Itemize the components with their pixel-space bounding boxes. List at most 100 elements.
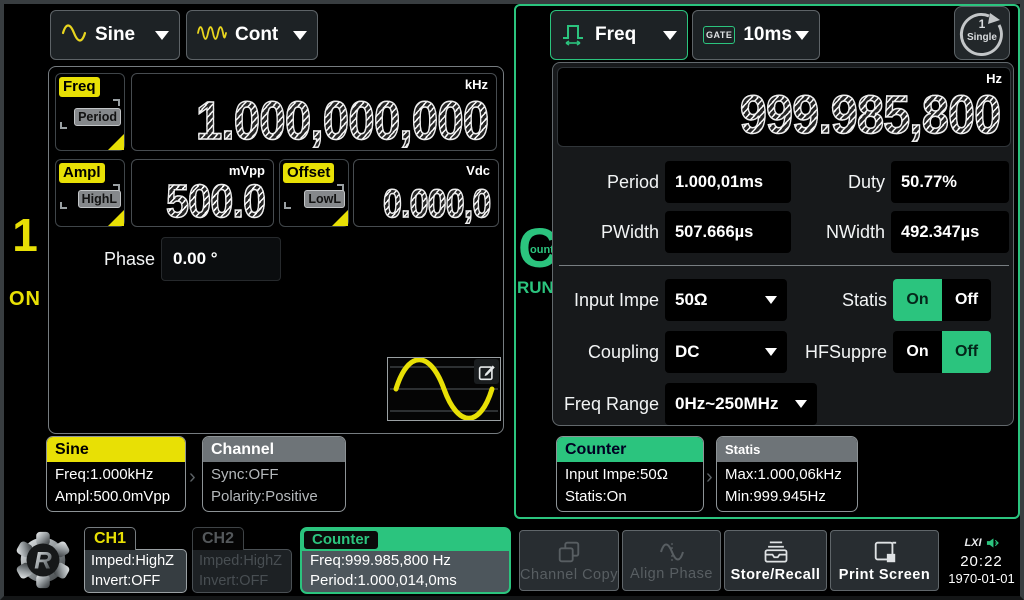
ch2-imped: Imped:HighZ <box>199 551 285 571</box>
freq-param-button[interactable]: Freq Period <box>55 73 125 151</box>
statis-info-card[interactable]: Statis Max:1.000,06kHz Min:999.945Hz <box>716 436 858 512</box>
counter-main-value: 999.985,800 <box>740 88 1000 142</box>
statis-card-title: Statis <box>717 437 857 462</box>
offset-param-button[interactable]: Offset LowL <box>279 159 349 227</box>
counter-bottom-period: Period:1.000,014,0ms <box>310 571 501 591</box>
counter-bottom-card[interactable]: Counter Freq:999.985,800 Hz Period:1.000… <box>300 527 511 594</box>
coupling-value: DC <box>675 342 700 362</box>
ampl-param-button[interactable]: Ampl HighL <box>55 159 125 227</box>
counter-bottom-tab: Counter <box>303 530 379 550</box>
ch1-bottom-card[interactable]: CH1 Imped:HighZ Invert:OFF <box>84 527 187 593</box>
offset-value-display[interactable]: Vdc 0.000,0 <box>353 159 499 227</box>
continuous-wave-icon <box>197 23 227 48</box>
waveform-preview[interactable] <box>387 357 501 421</box>
gate-badge: GATE <box>703 26 735 44</box>
freq-value: 1.000,000,000 <box>196 94 488 148</box>
home-logo-button[interactable]: R <box>12 527 74 593</box>
counter-bottom-freq: Freq:999.985,800 Hz <box>310 551 501 571</box>
offset-unit: Vdc <box>466 163 490 178</box>
counter-mode-label: Freq <box>595 24 663 46</box>
counter-measure-panel: Hz 999.985,800 Period 1.000,01ms Duty 50… <box>552 62 1014 426</box>
channel-copy-label: Channel Copy <box>520 567 618 583</box>
touch-corner-icon <box>332 210 348 226</box>
chevron-right-icon: › <box>189 466 196 489</box>
print-screen-label: Print Screen <box>839 567 930 583</box>
sound-icon <box>986 537 999 549</box>
ch1-invert: Invert:OFF <box>91 571 180 591</box>
edit-waveform-button[interactable] <box>474 359 499 384</box>
phase-label: Phase <box>59 237 155 281</box>
hfsuppre-on-button[interactable]: On <box>893 331 942 373</box>
archive-store-icon <box>762 539 790 565</box>
offset-value: 0.000,0 <box>383 184 490 224</box>
counter-card-statis: Statis:On <box>565 486 695 508</box>
freq-range-dropdown[interactable]: 0Hz~250MHz <box>665 383 817 425</box>
copy-icon <box>556 539 582 565</box>
gate-time-label: 10ms <box>743 24 795 46</box>
counter-card-title: Counter <box>557 437 703 462</box>
counter-main-display[interactable]: Hz 999.985,800 <box>557 67 1011 147</box>
hfsuppre-off-button[interactable]: Off <box>942 331 991 373</box>
store-recall-button[interactable]: Store/Recall <box>724 530 827 591</box>
input-impe-label: Input Impe <box>555 279 659 321</box>
run-mode-dropdown-label: Cont <box>235 24 293 46</box>
pwidth-value: 507.666µs <box>665 211 791 253</box>
ch1-tab-label: CH1 <box>84 527 136 550</box>
pencil-edit-icon <box>478 363 496 381</box>
phase-wave-icon <box>658 540 686 564</box>
chevron-down-icon <box>795 400 807 408</box>
counter-info-card[interactable]: Counter Input Impe:50Ω Statis:On <box>556 436 704 512</box>
corner-bracket-icon <box>60 122 67 129</box>
single-count: 1 <box>979 17 986 31</box>
align-phase-button[interactable]: Align Phase <box>622 530 721 591</box>
counter-strip[interactable]: C ounter RUN <box>516 6 552 517</box>
instrument-screen: 1 ON Sine Cont Freq Period <box>0 0 1024 600</box>
ch1-imped: Imped:HighZ <box>91 551 180 571</box>
channel1-parameter-area: Freq Period kHz 1.000,000,000 Ampl HighL… <box>48 66 504 434</box>
sine-card-freq: Freq:1.000kHz <box>55 464 177 486</box>
channel-info-card[interactable]: Channel Sync:OFF Polarity:Positive <box>202 436 346 512</box>
period-value: 1.000,01ms <box>665 161 791 203</box>
freq-param-label: Freq <box>59 77 100 97</box>
align-phase-label: Align Phase <box>630 566 713 582</box>
lowl-alt-label: LowL <box>304 190 345 208</box>
statis-off-button[interactable]: Off <box>942 279 991 321</box>
chevron-right-icon: › <box>706 466 713 489</box>
ampl-value-display[interactable]: mVpp 500.0 <box>131 159 274 227</box>
run-mode-dropdown[interactable]: Cont <box>186 10 318 60</box>
input-impe-dropdown[interactable]: 50Ω <box>665 279 787 321</box>
section-divider <box>559 265 1009 266</box>
channel-copy-button[interactable]: Channel Copy <box>519 530 619 591</box>
print-screen-button[interactable]: Print Screen <box>830 530 939 591</box>
phase-value-field[interactable]: 0.00 ° <box>161 237 281 281</box>
pwidth-label: PWidth <box>561 211 659 253</box>
waveform-dropdown[interactable]: Sine <box>50 10 180 60</box>
nwidth-label: NWidth <box>797 211 885 253</box>
corner-bracket-icon <box>60 202 67 209</box>
duty-value: 50.77% <box>891 161 1009 203</box>
coupling-dropdown[interactable]: DC <box>665 331 787 373</box>
counter-mode-dropdown[interactable]: Freq <box>550 10 688 60</box>
channel1-state: ON <box>6 288 44 311</box>
lxi-logo: LXI <box>964 537 981 549</box>
hfsuppre-toggle: On Off <box>893 331 991 373</box>
clock-date: 1970-01-01 <box>948 571 1015 586</box>
single-trigger-button[interactable]: 1 Single <box>954 6 1010 60</box>
statis-card-max: Max:1.000,06kHz <box>725 464 849 486</box>
gate-time-dropdown[interactable]: GATE 10ms <box>692 10 820 60</box>
system-status-box[interactable]: LXI 20:22 1970-01-01 <box>942 527 1021 594</box>
single-loop-icon: 1 Single <box>959 10 1005 56</box>
statis-toggle: On Off <box>893 279 991 321</box>
ch2-bottom-card[interactable]: CH2 Imped:HighZ Invert:OFF <box>192 527 292 593</box>
nwidth-value: 492.347µs <box>891 211 1009 253</box>
sine-info-card[interactable]: Sine Freq:1.000kHz Ampl:500.0mVpp <box>46 436 186 512</box>
ampl-value: 500.0 <box>166 178 265 224</box>
offset-param-label: Offset <box>283 163 334 183</box>
freq-range-label: Freq Range <box>555 383 659 425</box>
freq-value-display[interactable]: kHz 1.000,000,000 <box>131 73 497 151</box>
highl-alt-label: HighL <box>78 190 121 208</box>
ampl-param-label: Ampl <box>59 163 105 183</box>
statis-on-button[interactable]: On <box>893 279 942 321</box>
chevron-down-icon <box>155 31 169 40</box>
touch-corner-icon <box>108 210 124 226</box>
